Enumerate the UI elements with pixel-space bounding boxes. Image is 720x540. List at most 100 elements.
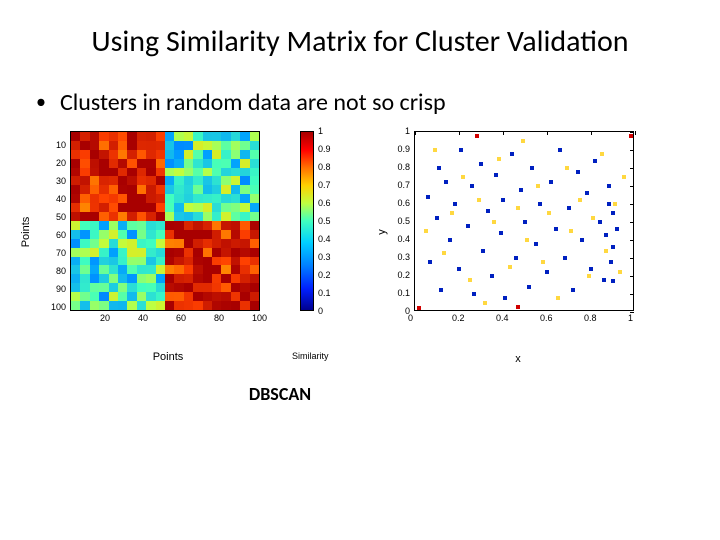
heatmap-ytick: 100 [51,302,66,312]
scatter-point [428,260,432,264]
scatter-point [571,288,575,292]
scatter-point [569,229,573,233]
scatter-xtick: 0.2 [452,313,465,323]
heatmap-grid [70,131,260,311]
scatter-point [516,305,520,309]
scatter-point [576,170,580,174]
scatter-point [486,209,490,213]
heatmap-xtick: 100 [252,313,267,323]
scatter-point [558,148,562,152]
scatter-xlabel: x [515,353,521,365]
scatter-xtick: 0.6 [540,313,553,323]
scatter-ylabel: y [376,229,388,235]
colorbar: 10.90.80.70.60.50.40.30.20.10 Similarity [294,127,338,337]
bullet-dot: • [36,88,46,116]
scatter-point [426,195,430,199]
scatter-point [547,211,551,215]
scatter-point [589,267,593,271]
colorbar-tick: 0.4 [318,234,331,244]
scatter-point [563,256,567,260]
colorbar-tick: 0.2 [318,270,331,280]
scatter-point [580,238,584,242]
scatter-point [615,227,619,231]
heatmap-xtick: 80 [214,313,224,323]
scatter-point [439,288,443,292]
heatmap-xtick: 60 [176,313,186,323]
scatter-point [448,238,452,242]
scatter-point [497,157,501,161]
scatter-point [470,184,474,188]
scatter-ytick: 1 [405,126,410,136]
heatmap-ytick: 10 [56,140,66,150]
scatter-point [475,134,479,138]
colorbar-tick: 0 [318,306,323,316]
scatter-point [514,256,518,260]
scatter-point [479,162,483,166]
scatter-point [554,227,558,231]
scatter-point [510,152,514,156]
scatter-xtick: 0 [408,313,413,323]
scatter-point [433,148,437,152]
scatter-xtick: 1 [628,313,633,323]
scatter-point [593,159,597,163]
scatter-ytick: 0.9 [397,144,410,154]
heatmap-ytick: 80 [56,266,66,276]
scatter-ytick: 0.5 [397,216,410,226]
heatmap-ytick: 50 [56,212,66,222]
scatter-xtick: 0.4 [496,313,509,323]
scatter-ytick: 0.6 [397,198,410,208]
scatter-point [618,270,622,274]
colorbar-tick: 1 [318,126,323,136]
heatmap-xtick: 40 [138,313,148,323]
scatter-point [604,249,608,253]
scatter-point [541,260,545,264]
figure-caption: DBSCAN [0,383,720,405]
scatter-ytick: 0.2 [397,270,410,280]
scatter-point [602,278,606,282]
scatter-point [483,301,487,305]
scatter-point [503,296,507,300]
scatter-point [523,220,527,224]
heatmap-ytick: 30 [56,176,66,186]
scatter-ytick: 0.3 [397,252,410,262]
scatter-point [587,274,591,278]
colorbar-label: Similarity [292,351,329,361]
scatter-point [477,198,481,202]
scatter-point [494,173,498,177]
scatter-point [578,198,582,202]
bullet-item: • Clusters in random data are not so cri… [0,88,720,117]
scatter-point [613,202,617,206]
scatter-point [468,278,472,282]
scatter-point [622,175,626,179]
scatter-point [611,211,615,215]
scatter-point [530,166,534,170]
scatter-point [598,220,602,224]
scatter-chart: y 10.90.80.70.60.50.40.30.20.10 00.20.40… [388,127,648,337]
scatter-point [611,279,615,283]
scatter-point [567,206,571,210]
heatmap-xlabel: Points [153,351,184,363]
slide-title: Using Similarity Matrix for Cluster Vali… [0,0,720,60]
colorbar-tick: 0.5 [318,216,331,226]
scatter-point [545,270,549,274]
scatter-point [437,166,441,170]
scatter-point [556,296,560,300]
scatter-point [435,216,439,220]
heatmap-ytick: 70 [56,248,66,258]
scatter-point [424,229,428,233]
scatter-point [609,260,613,264]
scatter-xtick: 0.8 [584,313,597,323]
scatter-point [472,292,476,296]
scatter-point [534,242,538,246]
scatter-point [501,198,505,202]
scatter-point [490,274,494,278]
scatter-point [521,139,525,143]
colorbar-tick: 0.6 [318,198,331,208]
scatter-frame [414,131,634,311]
colorbar-tick: 0.3 [318,252,331,262]
scatter-point [600,152,604,156]
scatter-point [461,175,465,179]
scatter-point [417,306,421,310]
heatmap-ytick: 90 [56,284,66,294]
scatter-ytick: 0.4 [397,234,410,244]
